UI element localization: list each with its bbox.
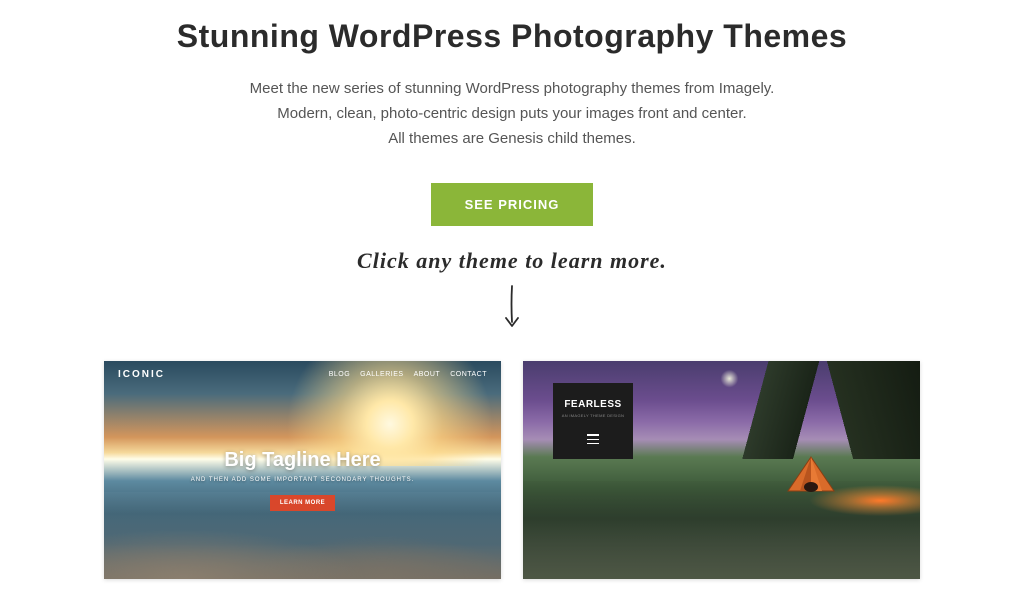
- subtitle-line: Modern, clean, photo-centric design puts…: [277, 105, 746, 122]
- theme-nav-item: BLOG: [329, 371, 350, 378]
- theme-nav-item: CONTACT: [450, 371, 487, 378]
- theme-tagline: Big Tagline Here: [104, 449, 501, 472]
- theme-title: FEARLESS: [564, 399, 621, 410]
- theme-card-fearless[interactable]: FEARLESS AN IMAGELY THEME DESIGN: [523, 361, 920, 579]
- theme-logo: ICONIC: [118, 369, 165, 380]
- hamburger-icon: [587, 434, 599, 444]
- subtitle-line: Meet the new series of stunning WordPres…: [250, 80, 775, 97]
- theme-card-iconic[interactable]: ICONIC BLOG GALLERIES ABOUT CONTACT Big …: [104, 361, 501, 579]
- page-title: Stunning WordPress Photography Themes: [0, 18, 1024, 55]
- subtitle-line: All themes are Genesis child themes.: [388, 130, 636, 147]
- hint-text: Click any theme to learn more.: [0, 248, 1024, 274]
- theme-nav-item: GALLERIES: [360, 371, 403, 378]
- arrow-down-icon: [0, 284, 1024, 335]
- theme-subtitle: AN IMAGELY THEME DESIGN: [562, 413, 624, 418]
- theme-subtagline: AND THEN ADD SOME IMPORTANT SECONDARY TH…: [104, 477, 501, 483]
- theme-learn-more-button: LEARN MORE: [270, 495, 335, 511]
- page-subtitle: Meet the new series of stunning WordPres…: [162, 77, 862, 151]
- theme-title-panel: FEARLESS AN IMAGELY THEME DESIGN: [553, 383, 633, 459]
- see-pricing-button[interactable]: SEE PRICING: [431, 183, 594, 226]
- theme-nav: BLOG GALLERIES ABOUT CONTACT: [329, 371, 487, 378]
- tent-icon: [780, 451, 842, 495]
- theme-nav-item: ABOUT: [414, 371, 441, 378]
- themes-grid: ICONIC BLOG GALLERIES ABOUT CONTACT Big …: [0, 361, 1024, 599]
